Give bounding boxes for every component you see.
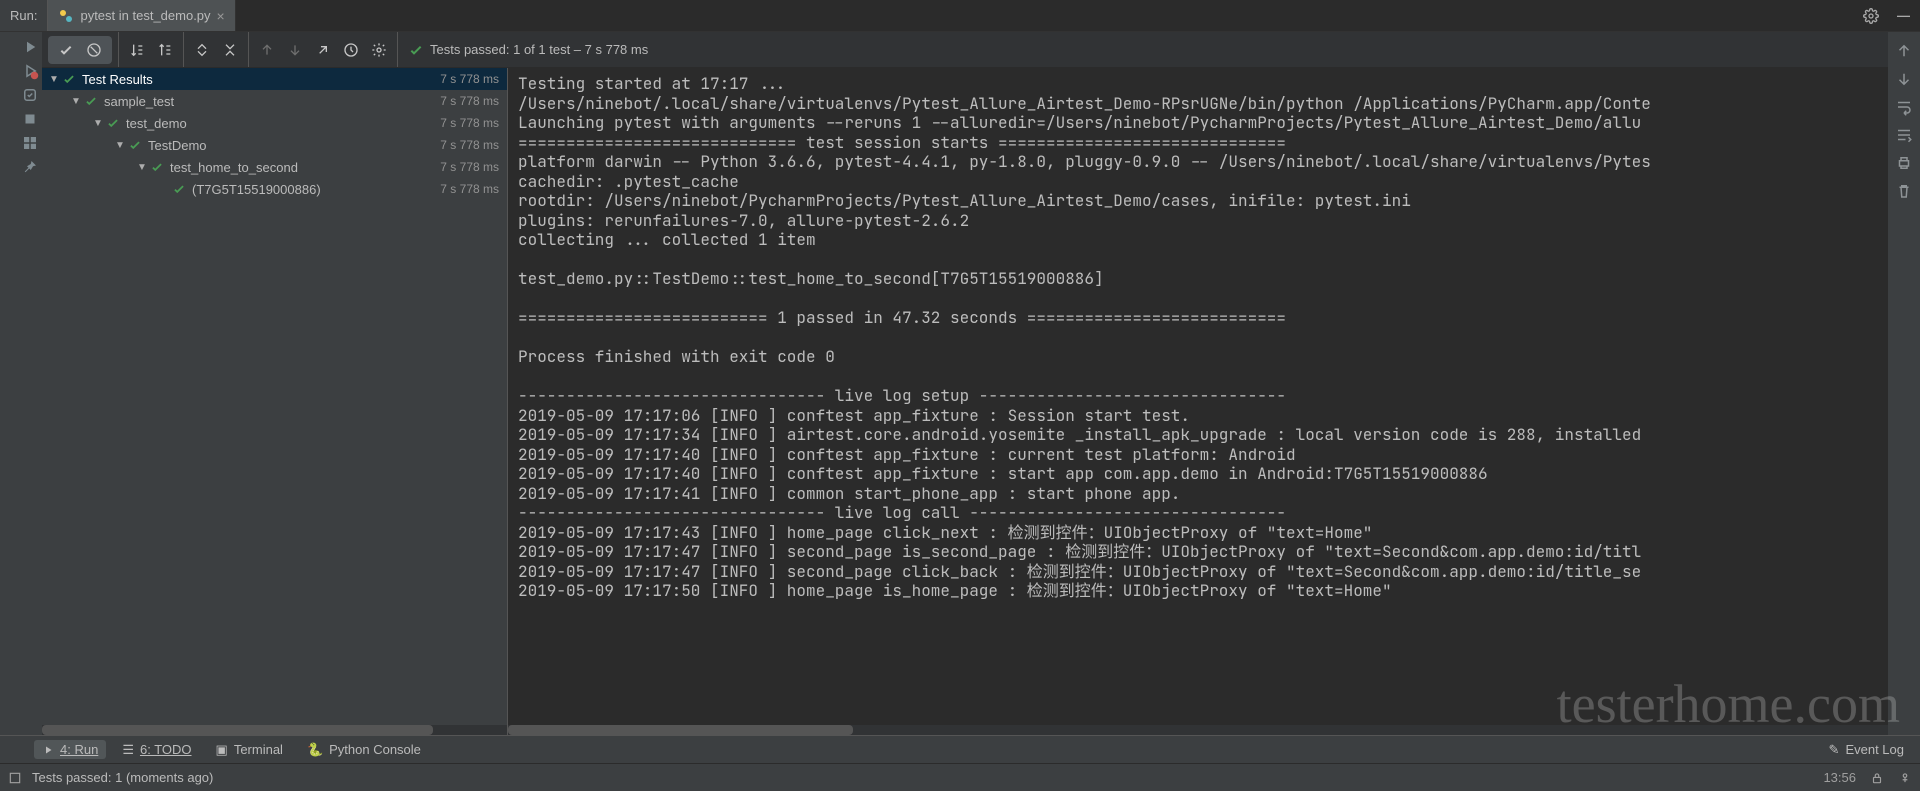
- export-results-icon[interactable]: [311, 38, 335, 62]
- tree-row[interactable]: ▼ sample_test7 s 778 ms: [42, 90, 507, 112]
- caret-icon[interactable]: ▼: [70, 96, 82, 107]
- clear-icon[interactable]: [1895, 182, 1913, 200]
- tree-row-time: 7 s 778 ms: [440, 138, 499, 152]
- tree-row-label: TestDemo: [148, 138, 440, 153]
- close-icon[interactable]: ×: [217, 8, 225, 24]
- tree-row-label: (T7G5T15519000886): [192, 182, 440, 197]
- prev-failed-icon[interactable]: [255, 38, 279, 62]
- tree-row[interactable]: (T7G5T15519000886)7 s 778 ms: [42, 178, 507, 200]
- test-passed-icon: [106, 116, 120, 130]
- tree-row[interactable]: ▼ test_home_to_second7 s 778 ms: [42, 156, 507, 178]
- tree-row-label: test_home_to_second: [170, 160, 440, 175]
- run-tab-title: pytest in test_demo.py: [80, 8, 210, 23]
- print-icon[interactable]: [1895, 154, 1913, 172]
- test-passed-icon: [62, 72, 76, 86]
- toolwin-run-label: 4: Run: [60, 742, 98, 757]
- pin-icon[interactable]: [21, 158, 39, 176]
- caret-icon[interactable]: ▼: [48, 74, 60, 85]
- show-passed-toggle[interactable]: [54, 38, 78, 62]
- scroll-up-icon[interactable]: [1895, 42, 1913, 60]
- rerun-icon[interactable]: [21, 38, 39, 56]
- tree-row-label: test_demo: [126, 116, 440, 131]
- toolwin-eventlog-label: Event Log: [1845, 742, 1904, 757]
- tree-row[interactable]: ▼ TestDemo7 s 778 ms: [42, 134, 507, 156]
- run-tab[interactable]: pytest in test_demo.py ×: [48, 0, 235, 31]
- collapse-all-icon[interactable]: [218, 38, 242, 62]
- tree-row-time: 7 s 778 ms: [440, 160, 499, 174]
- python-icon: 🐍: [307, 742, 323, 758]
- sort-alpha-icon[interactable]: [125, 38, 149, 62]
- scroll-down-icon[interactable]: [1895, 70, 1913, 88]
- test-settings-icon[interactable]: [367, 38, 391, 62]
- toggle-auto-test-icon[interactable]: [21, 86, 39, 104]
- tree-row-label: sample_test: [104, 94, 440, 109]
- pytest-icon: [58, 8, 74, 24]
- status-square-icon[interactable]: [8, 771, 22, 785]
- test-toolbar: Tests passed: 1 of 1 test – 7 s 778 ms: [42, 32, 1888, 68]
- soft-wrap-icon[interactable]: [1895, 98, 1913, 116]
- tree-row-time: 7 s 778 ms: [440, 94, 499, 108]
- status-bar: Tests passed: 1 (moments ago) 13:56: [0, 763, 1920, 791]
- test-passed-icon: [150, 160, 164, 174]
- toolwin-event-log[interactable]: ✎ Event Log: [1821, 740, 1912, 760]
- minimize-button[interactable]: —: [1887, 0, 1920, 31]
- run-label: Run:: [0, 0, 48, 31]
- eventlog-icon: ✎: [1829, 742, 1840, 758]
- toolwin-python-console[interactable]: 🐍 Python Console: [299, 740, 429, 760]
- lock-icon[interactable]: [1870, 771, 1884, 785]
- sort-duration-icon[interactable]: [153, 38, 177, 62]
- toolwin-terminal-label: Terminal: [234, 742, 283, 757]
- tree-row-time: 7 s 778 ms: [440, 72, 499, 86]
- history-icon[interactable]: [339, 38, 363, 62]
- console-scrollbar[interactable]: [508, 725, 1888, 735]
- caret-icon[interactable]: ▼: [92, 118, 104, 129]
- scroll-to-end-icon[interactable]: [1895, 126, 1913, 144]
- test-tree[interactable]: ▼Test Results7 s 778 ms▼sample_test7 s 7…: [42, 68, 507, 725]
- run-gutter: [0, 32, 42, 735]
- check-icon: [408, 42, 424, 58]
- toolwin-run[interactable]: 4: Run: [34, 740, 106, 759]
- run-tab-bar: Run: pytest in test_demo.py × —: [0, 0, 1920, 32]
- tree-row-time: 7 s 778 ms: [440, 116, 499, 130]
- tree-scrollbar[interactable]: [42, 725, 507, 735]
- bottom-toolbar: 4: Run ☰ 6: TODO ▣ Terminal 🐍 Python Con…: [0, 735, 1920, 763]
- settings-button[interactable]: [1855, 0, 1887, 31]
- hector-icon[interactable]: [1898, 771, 1912, 785]
- test-tree-panel: ▼Test Results7 s 778 ms▼sample_test7 s 7…: [42, 68, 508, 735]
- tree-row[interactable]: ▼ Test Results7 s 778 ms: [42, 68, 507, 90]
- caret-icon[interactable]: ▼: [114, 140, 126, 151]
- toolwin-pyconsole-label: Python Console: [329, 742, 421, 757]
- test-passed-icon: [172, 182, 186, 196]
- stop-icon[interactable]: [21, 110, 39, 128]
- console-action-gutter: [1888, 32, 1920, 735]
- test-status-text: Tests passed: 1 of 1 test – 7 s 778 ms: [430, 42, 648, 57]
- caret-icon[interactable]: ▼: [136, 162, 148, 173]
- next-failed-icon[interactable]: [283, 38, 307, 62]
- tree-row[interactable]: ▼ test_demo7 s 778 ms: [42, 112, 507, 134]
- terminal-icon: ▣: [216, 742, 228, 758]
- toolwin-todo[interactable]: ☰ 6: TODO: [114, 740, 199, 760]
- rerun-failed-icon[interactable]: [21, 62, 39, 80]
- test-status: Tests passed: 1 of 1 test – 7 s 778 ms: [398, 42, 648, 58]
- status-message: Tests passed: 1 (moments ago): [32, 770, 213, 785]
- layout-icon[interactable]: [21, 134, 39, 152]
- test-passed-icon: [128, 138, 142, 152]
- expand-all-icon[interactable]: [190, 38, 214, 62]
- test-passed-icon: [84, 94, 98, 108]
- toolwin-terminal[interactable]: ▣ Terminal: [208, 740, 291, 760]
- show-ignored-toggle[interactable]: [82, 38, 106, 62]
- tree-row-time: 7 s 778 ms: [440, 182, 499, 196]
- tree-row-label: Test Results: [82, 72, 440, 87]
- status-time: 13:56: [1823, 770, 1856, 785]
- toolwin-todo-label: 6: TODO: [140, 742, 192, 757]
- console-output[interactable]: Testing started at 17:17 ... /Users/nine…: [508, 68, 1888, 725]
- todo-icon: ☰: [122, 742, 134, 758]
